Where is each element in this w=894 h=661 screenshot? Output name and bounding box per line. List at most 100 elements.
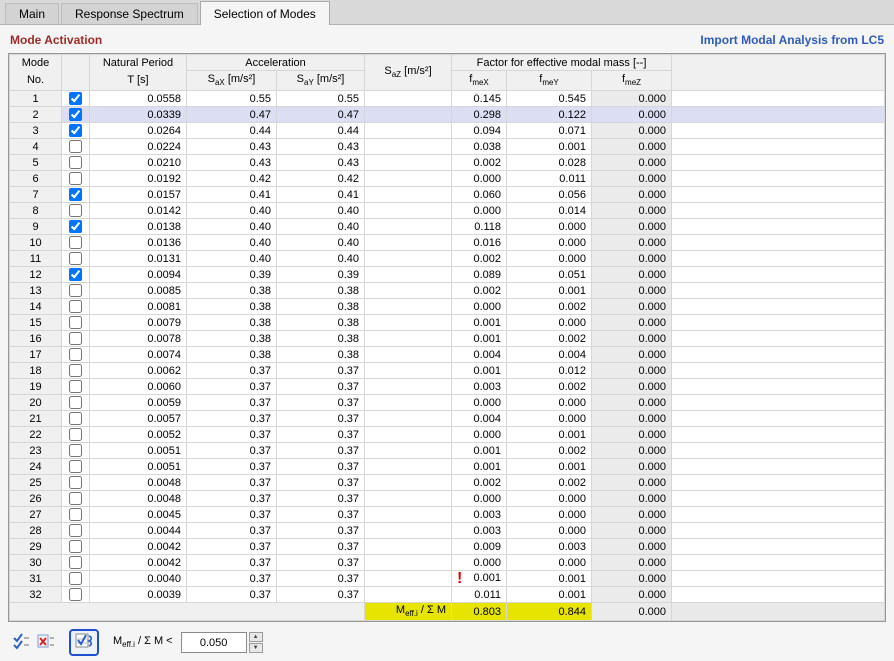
- mode-checkbox-cell[interactable]: [61, 106, 90, 123]
- mode-checkbox[interactable]: [69, 412, 82, 425]
- mode-checkbox-cell[interactable]: [61, 538, 90, 555]
- mode-checkbox-cell[interactable]: [61, 138, 90, 155]
- mode-number-cell[interactable]: 22: [9, 426, 62, 443]
- mode-checkbox[interactable]: [69, 284, 82, 297]
- mode-number-cell[interactable]: 2: [9, 106, 62, 123]
- mode-checkbox-cell[interactable]: [61, 362, 90, 379]
- mode-checkbox-cell[interactable]: [61, 282, 90, 299]
- mode-number-cell[interactable]: 12: [9, 266, 62, 283]
- mode-checkbox-cell[interactable]: [61, 154, 90, 171]
- mode-checkbox-cell[interactable]: [61, 298, 90, 315]
- mode-number-cell[interactable]: 28: [9, 522, 62, 539]
- mode-checkbox-cell[interactable]: [61, 394, 90, 411]
- mode-number-cell[interactable]: 13: [9, 282, 62, 299]
- tab-response-spectrum[interactable]: Response Spectrum: [61, 3, 198, 24]
- mode-checkbox-cell[interactable]: [61, 170, 90, 187]
- mode-checkbox-cell[interactable]: [61, 570, 90, 587]
- mode-checkbox[interactable]: [69, 252, 82, 265]
- select-all-modes-button[interactable]: [10, 632, 32, 654]
- spin-up-button[interactable]: ▲: [248, 632, 263, 642]
- mode-number-cell[interactable]: 11: [9, 250, 62, 267]
- mode-number-cell[interactable]: 18: [9, 362, 62, 379]
- mode-number-cell[interactable]: 15: [9, 314, 62, 331]
- mode-number-cell[interactable]: 30: [9, 554, 62, 571]
- mode-number-cell[interactable]: 6: [9, 170, 62, 187]
- mode-checkbox[interactable]: [69, 428, 82, 441]
- mode-number-cell[interactable]: 9: [9, 218, 62, 235]
- mode-number-cell[interactable]: 27: [9, 506, 62, 523]
- mode-number-cell[interactable]: 17: [9, 346, 62, 363]
- mode-number-cell[interactable]: 7: [9, 186, 62, 203]
- mode-number-cell[interactable]: 29: [9, 538, 62, 555]
- mode-checkbox[interactable]: [69, 556, 82, 569]
- mode-checkbox[interactable]: [69, 140, 82, 153]
- mode-checkbox-cell[interactable]: [61, 346, 90, 363]
- mode-checkbox-cell[interactable]: [61, 586, 90, 603]
- mode-checkbox-cell[interactable]: [61, 234, 90, 251]
- mode-checkbox[interactable]: [69, 156, 82, 169]
- mode-number-cell[interactable]: 1: [9, 90, 62, 107]
- mode-number-cell[interactable]: 19: [9, 378, 62, 395]
- mode-number-cell[interactable]: 16: [9, 330, 62, 347]
- mode-checkbox[interactable]: [69, 444, 82, 457]
- mode-checkbox[interactable]: [69, 220, 82, 233]
- mode-checkbox[interactable]: [69, 460, 82, 473]
- mode-checkbox-cell[interactable]: [61, 378, 90, 395]
- mode-checkbox[interactable]: [69, 396, 82, 409]
- mode-checkbox[interactable]: [69, 124, 82, 137]
- mode-checkbox[interactable]: [69, 380, 82, 393]
- mode-number-cell[interactable]: 14: [9, 298, 62, 315]
- mode-number-cell[interactable]: 25: [9, 474, 62, 491]
- mode-checkbox-cell[interactable]: [61, 522, 90, 539]
- mode-checkbox[interactable]: [69, 300, 82, 313]
- mode-checkbox[interactable]: [69, 508, 82, 521]
- mode-checkbox[interactable]: [69, 316, 82, 329]
- mode-checkbox-cell[interactable]: [61, 122, 90, 139]
- deselect-all-modes-button[interactable]: [35, 632, 57, 654]
- mode-number-cell[interactable]: 5: [9, 154, 62, 171]
- mode-checkbox-cell[interactable]: [61, 202, 90, 219]
- mode-checkbox-cell[interactable]: [61, 186, 90, 203]
- mode-checkbox-cell[interactable]: [61, 314, 90, 331]
- mode-checkbox-cell[interactable]: [61, 330, 90, 347]
- mode-checkbox[interactable]: [69, 332, 82, 345]
- mode-checkbox-cell[interactable]: [61, 426, 90, 443]
- mode-checkbox[interactable]: [69, 268, 82, 281]
- mode-checkbox[interactable]: [69, 108, 82, 121]
- mode-checkbox-cell[interactable]: [61, 442, 90, 459]
- mode-checkbox-cell[interactable]: [61, 506, 90, 523]
- mode-checkbox-cell[interactable]: [61, 266, 90, 283]
- mode-number-cell[interactable]: 20: [9, 394, 62, 411]
- mode-checkbox-cell[interactable]: [61, 410, 90, 427]
- tab-main[interactable]: Main: [5, 3, 60, 24]
- mode-number-cell[interactable]: 3: [9, 122, 62, 139]
- mode-checkbox[interactable]: [69, 236, 82, 249]
- mode-checkbox[interactable]: [69, 588, 82, 601]
- mode-checkbox[interactable]: [69, 188, 82, 201]
- mode-number-cell[interactable]: 24: [9, 458, 62, 475]
- mode-checkbox[interactable]: [69, 348, 82, 361]
- mode-checkbox[interactable]: [69, 92, 82, 105]
- mode-checkbox[interactable]: [69, 492, 82, 505]
- mode-number-cell[interactable]: 23: [9, 442, 62, 459]
- mode-checkbox-cell[interactable]: [61, 490, 90, 507]
- mode-checkbox-cell[interactable]: [61, 250, 90, 267]
- mode-checkbox[interactable]: [69, 524, 82, 537]
- mode-checkbox-cell[interactable]: [61, 554, 90, 571]
- mode-checkbox-cell[interactable]: [61, 474, 90, 491]
- mode-number-cell[interactable]: 32: [9, 586, 62, 603]
- mode-checkbox[interactable]: [69, 476, 82, 489]
- mode-checkbox-cell[interactable]: [61, 218, 90, 235]
- mode-checkbox-cell[interactable]: [61, 458, 90, 475]
- mode-checkbox-cell[interactable]: [61, 90, 90, 107]
- mode-checkbox[interactable]: [69, 204, 82, 217]
- mode-number-cell[interactable]: 26: [9, 490, 62, 507]
- mode-number-cell[interactable]: 10: [9, 234, 62, 251]
- mode-checkbox[interactable]: [69, 572, 82, 585]
- threshold-input[interactable]: [180, 632, 247, 653]
- import-modal-analysis-link[interactable]: Import Modal Analysis from LC5: [700, 33, 884, 47]
- auto-select-modes-button[interactable]: [69, 629, 99, 656]
- mode-checkbox[interactable]: [69, 172, 82, 185]
- mode-number-cell[interactable]: 4: [9, 138, 62, 155]
- mode-number-cell[interactable]: 8: [9, 202, 62, 219]
